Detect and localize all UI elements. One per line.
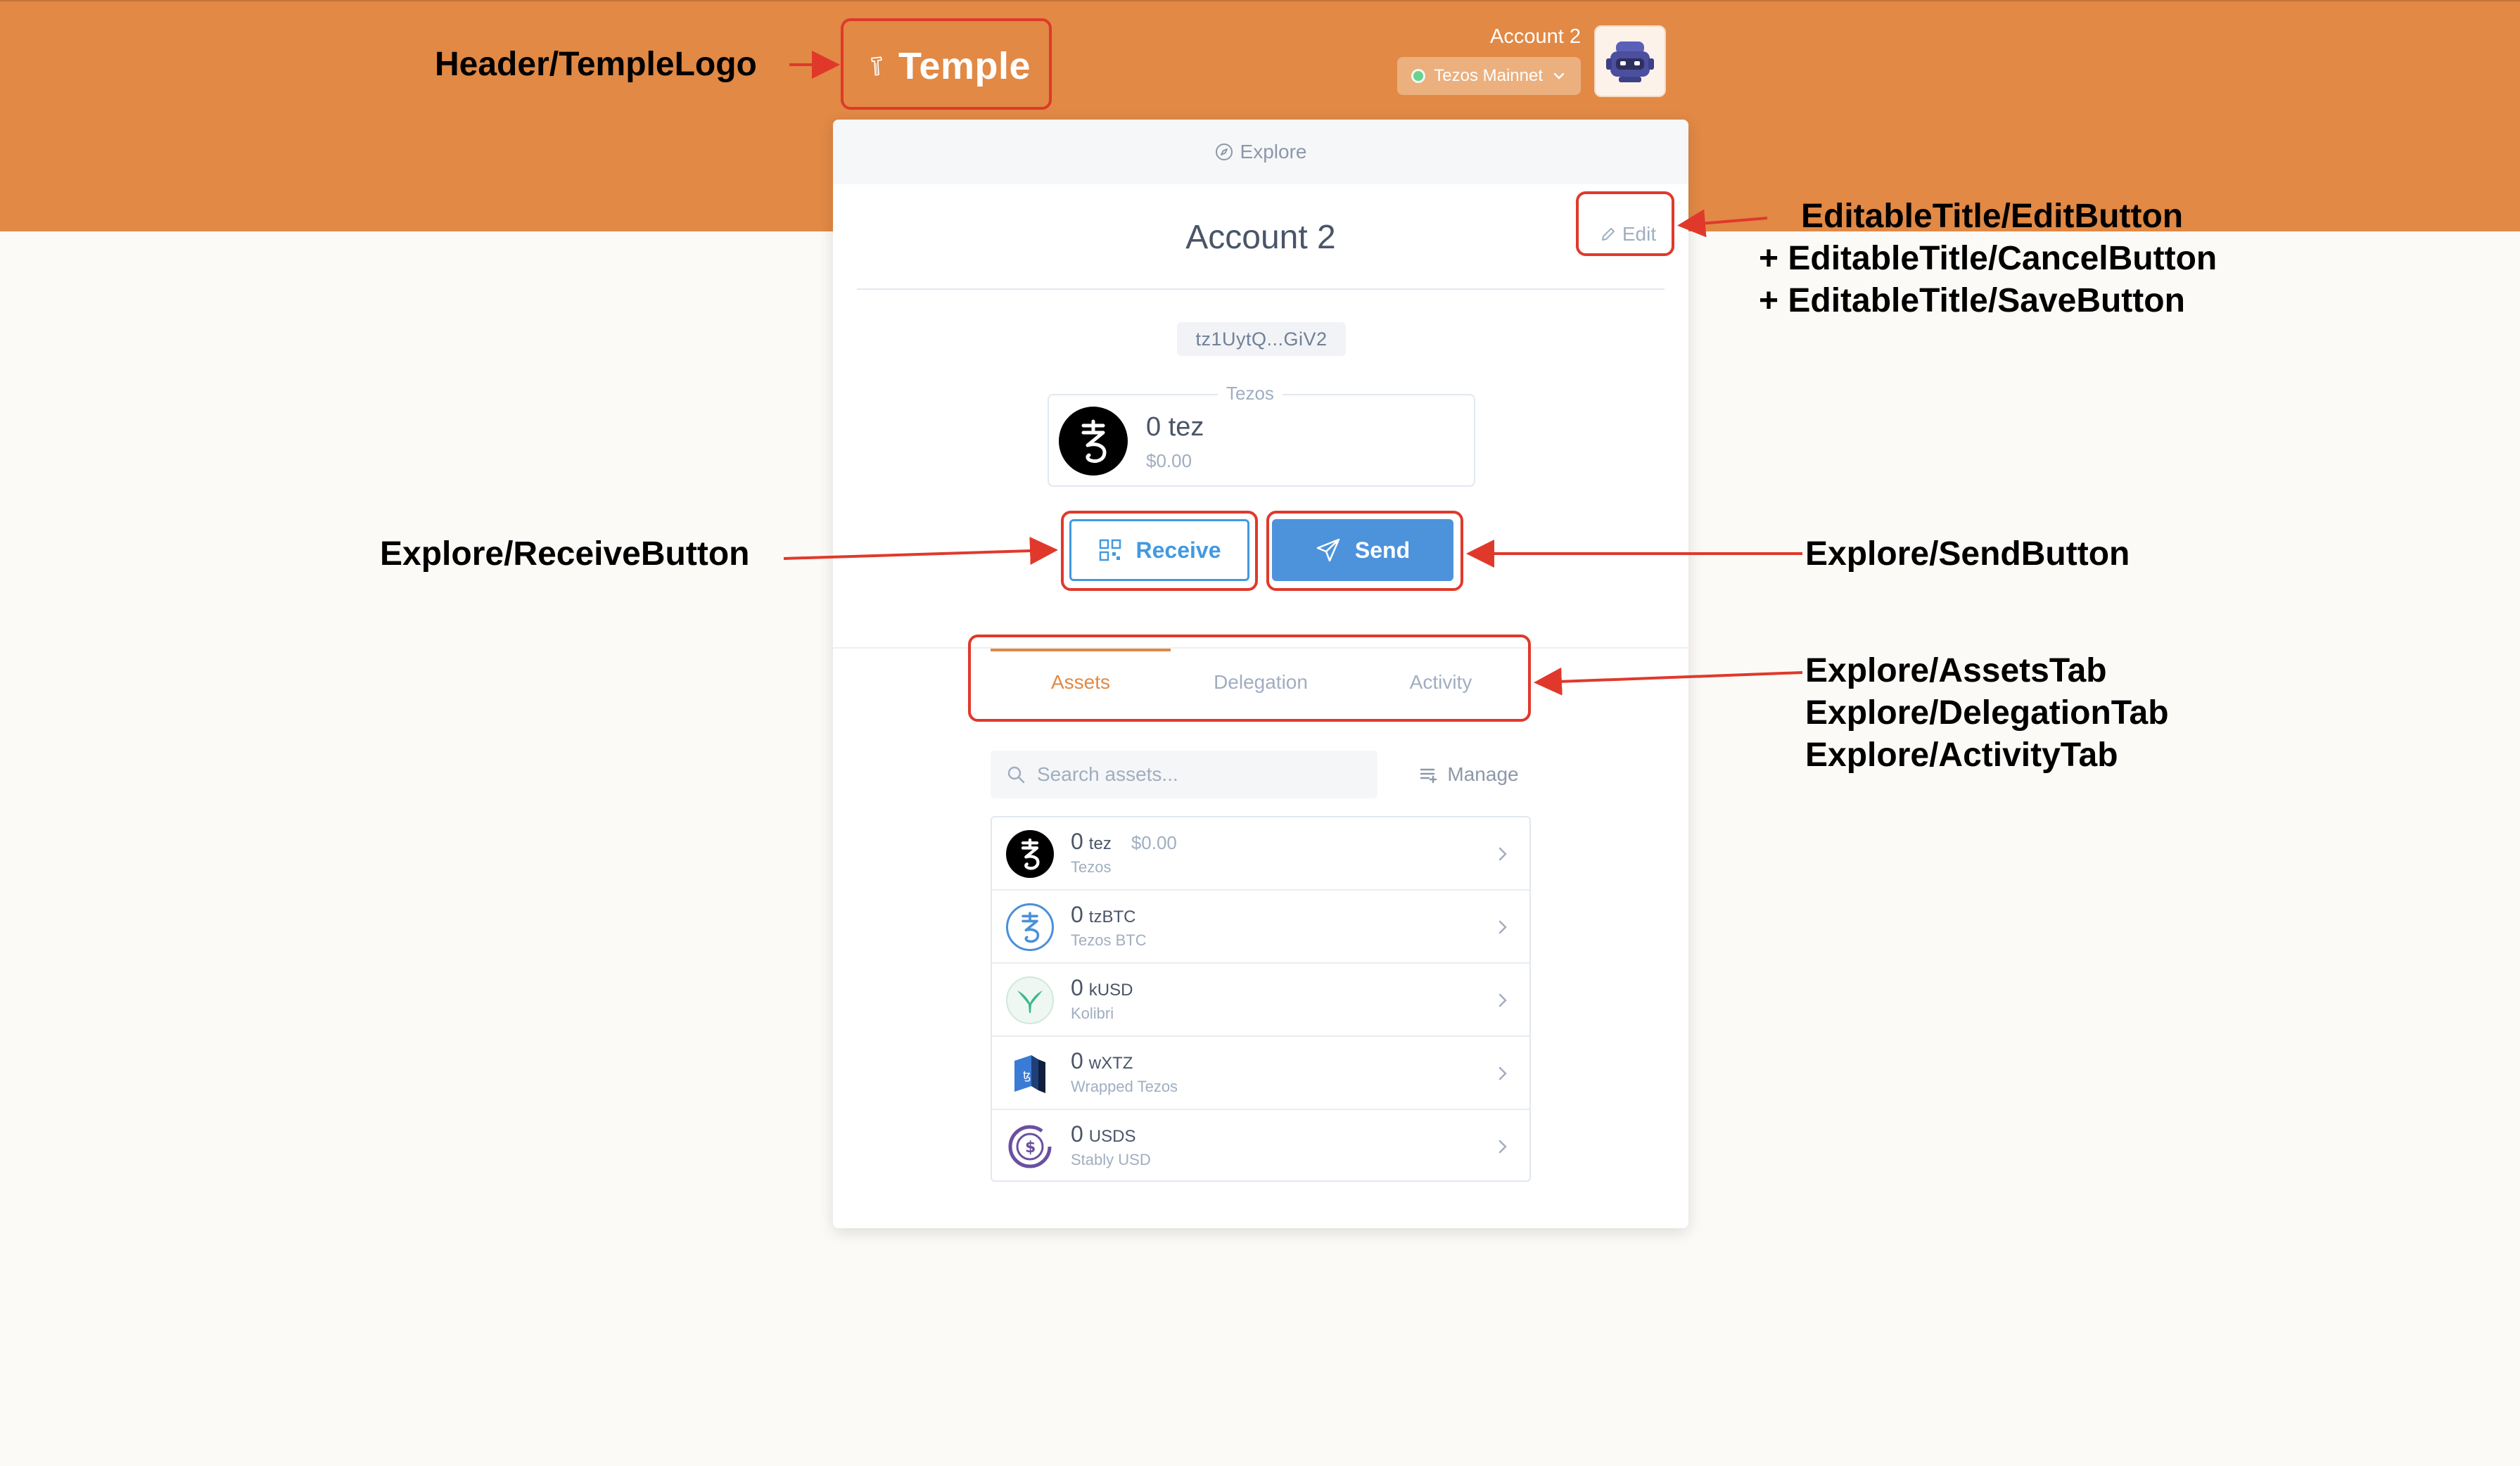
annotation-editable-title: EditableTitle/EditButton + EditableTitle… bbox=[1759, 198, 2217, 319]
annotation-temple-logo: Header/TempleLogo bbox=[435, 46, 757, 83]
annotation-receive-button: Explore/ReceiveButton bbox=[380, 535, 750, 573]
annotation-tabs: Explore/AssetsTab Explore/DelegationTab … bbox=[1805, 652, 2169, 774]
annotation-send-button: Explore/SendButton bbox=[1805, 535, 2130, 573]
